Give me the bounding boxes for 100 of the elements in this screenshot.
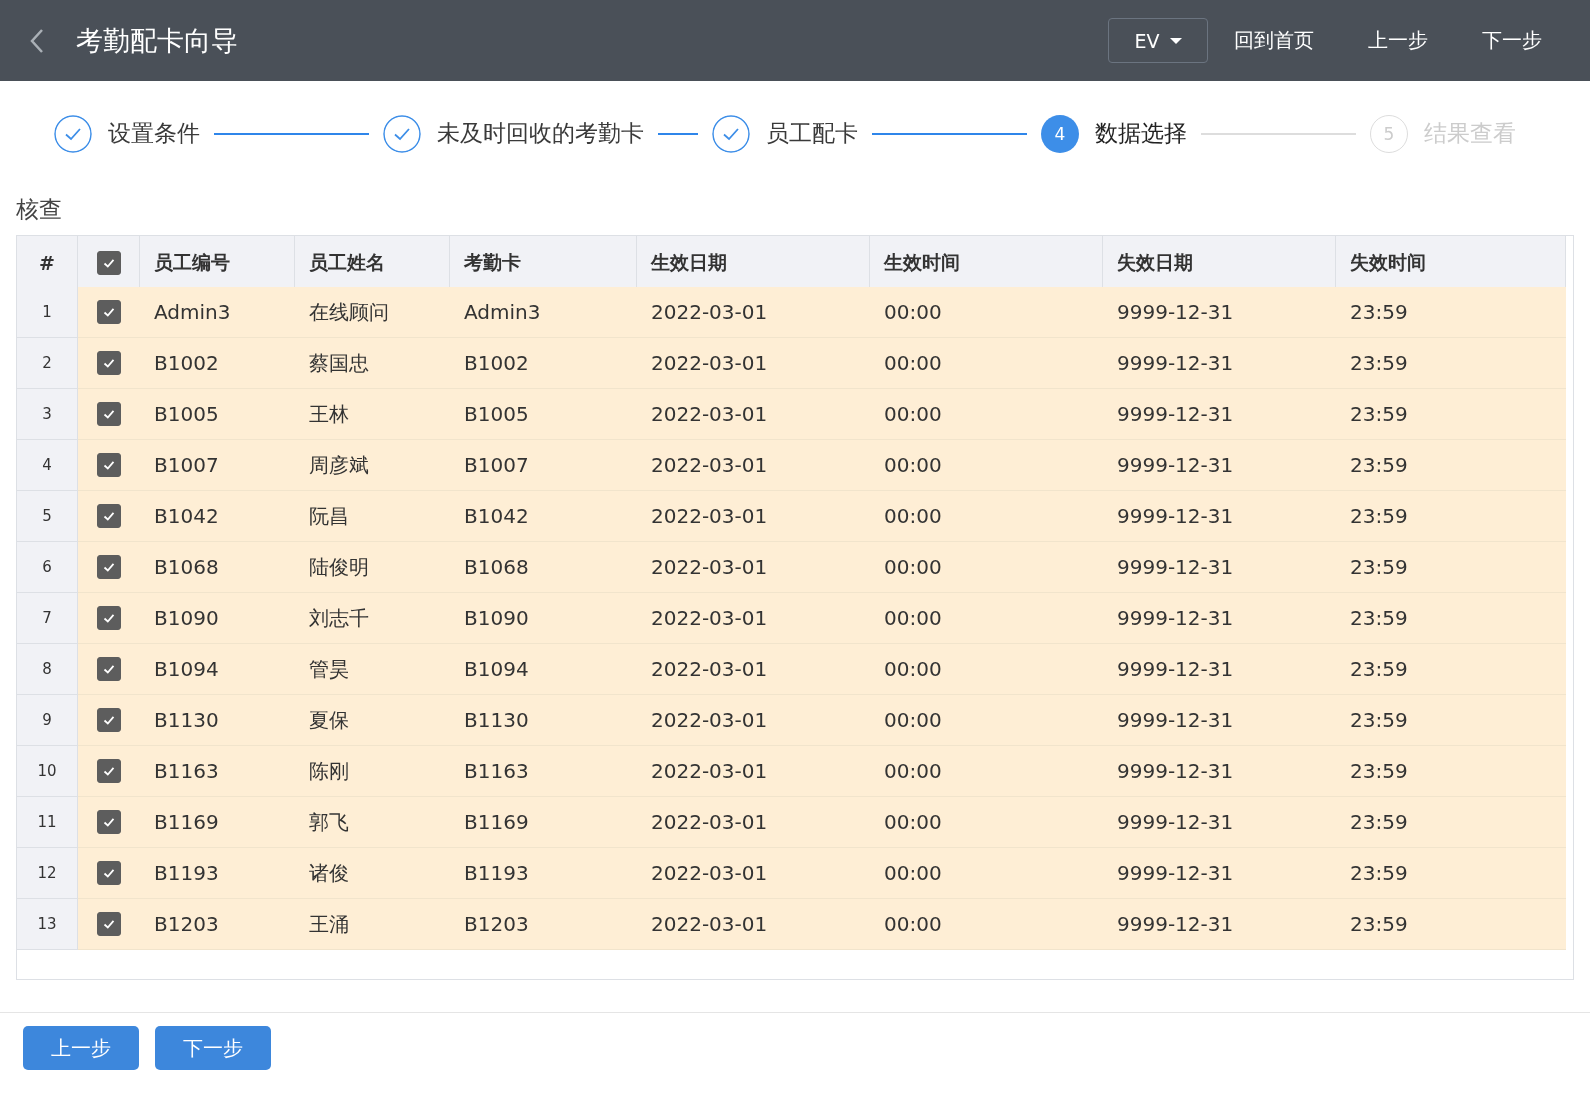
table-cell: 23:59 — [1336, 287, 1566, 338]
row-number: 6 — [17, 542, 78, 593]
step-label: 员工配卡 — [766, 119, 858, 148]
checkbox[interactable] — [97, 759, 121, 783]
table-cell: B1169 — [140, 797, 295, 848]
table-cell: 2022-03-01 — [637, 389, 870, 440]
table-cell: 00:00 — [870, 695, 1103, 746]
step-button[interactable]: 下一步 — [155, 1026, 271, 1070]
table-cell: 23:59 — [1336, 695, 1566, 746]
checkbox[interactable] — [97, 861, 121, 885]
row-number: 3 — [17, 389, 78, 440]
row-number: 7 — [17, 593, 78, 644]
table-cell: B1163 — [140, 746, 295, 797]
table-cell: B1163 — [450, 746, 637, 797]
table-cell: B1068 — [450, 542, 637, 593]
table-cell: 9999-12-31 — [1103, 440, 1336, 491]
table-cell: 23:59 — [1336, 746, 1566, 797]
table-cell: 2022-03-01 — [637, 848, 870, 899]
table-cell: B1090 — [140, 593, 295, 644]
table-cell: 阮昌 — [295, 491, 450, 542]
header-link[interactable]: 上一步 — [1360, 27, 1436, 54]
table-cell: B1007 — [140, 440, 295, 491]
table-cell: 00:00 — [870, 593, 1103, 644]
table-cell: 23:59 — [1336, 644, 1566, 695]
table-cell: 9999-12-31 — [1103, 491, 1336, 542]
table-cell: B1130 — [140, 695, 295, 746]
table-cell: 2022-03-01 — [637, 746, 870, 797]
table-cell: 23:59 — [1336, 848, 1566, 899]
checkbox[interactable] — [97, 402, 121, 426]
table-cell: 23:59 — [1336, 542, 1566, 593]
table-cell: 2022-03-01 — [637, 593, 870, 644]
step-button[interactable]: 上一步 — [23, 1026, 139, 1070]
page-title: 考勤配卡向导 — [76, 23, 238, 58]
checkbox[interactable] — [97, 351, 121, 375]
table-cell: 蔡国忠 — [295, 338, 450, 389]
table-cell: B1005 — [450, 389, 637, 440]
table-cell: 9999-12-31 — [1103, 899, 1336, 950]
checkbox[interactable] — [97, 708, 121, 732]
row-number: 1 — [17, 287, 78, 338]
table-cell: 9999-12-31 — [1103, 695, 1336, 746]
table-cell: B1002 — [140, 338, 295, 389]
language-dropdown[interactable]: EV — [1108, 18, 1208, 63]
table-cell: 陈刚 — [295, 746, 450, 797]
table-cell: 23:59 — [1336, 338, 1566, 389]
table-cell: 00:00 — [870, 797, 1103, 848]
table-cell: 23:59 — [1336, 389, 1566, 440]
table-cell: 2022-03-01 — [637, 797, 870, 848]
table-cell: 2022-03-01 — [637, 542, 870, 593]
table-cell: B1193 — [450, 848, 637, 899]
table-cell: Admin3 — [140, 287, 295, 338]
table-cell: B1094 — [450, 644, 637, 695]
table-cell: 9999-12-31 — [1103, 644, 1336, 695]
table-cell: 23:59 — [1336, 593, 1566, 644]
row-number: 2 — [17, 338, 78, 389]
table-cell: 00:00 — [870, 440, 1103, 491]
checkbox[interactable] — [97, 453, 121, 477]
table-cell: 2022-03-01 — [637, 440, 870, 491]
row-number: 8 — [17, 644, 78, 695]
header-link[interactable]: 下一步 — [1474, 27, 1550, 54]
row-number: 13 — [17, 899, 78, 950]
checkbox[interactable] — [97, 912, 121, 936]
table-cell: 郭飞 — [295, 797, 450, 848]
table-cell: 2022-03-01 — [637, 899, 870, 950]
table-cell: B1042 — [140, 491, 295, 542]
checkbox[interactable] — [96, 250, 121, 275]
checkbox[interactable] — [97, 300, 121, 324]
table-cell: 9999-12-31 — [1103, 389, 1336, 440]
step-label: 设置条件 — [108, 119, 200, 148]
table-cell: 00:00 — [870, 491, 1103, 542]
table-cell: 00:00 — [870, 746, 1103, 797]
table-cell: 00:00 — [870, 542, 1103, 593]
table-cell: 9999-12-31 — [1103, 542, 1336, 593]
table-cell: 9999-12-31 — [1103, 848, 1336, 899]
table-cell: 在线顾问 — [295, 287, 450, 338]
table-cell: 23:59 — [1336, 797, 1566, 848]
table-cell: 00:00 — [870, 389, 1103, 440]
table-cell: 00:00 — [870, 338, 1103, 389]
table-cell: 23:59 — [1336, 899, 1566, 950]
step-number: 4 — [1041, 114, 1079, 153]
checkbox[interactable] — [97, 657, 121, 681]
table-cell: Admin3 — [450, 287, 637, 338]
table-cell: B1090 — [450, 593, 637, 644]
caret-icon — [1169, 37, 1182, 44]
checkbox[interactable] — [97, 504, 121, 528]
table-cell: 诸俊 — [295, 848, 450, 899]
table-cell: B1042 — [450, 491, 637, 542]
header-link[interactable]: 回到首页 — [1226, 27, 1322, 54]
checkbox[interactable] — [97, 555, 121, 579]
step-label: 未及时回收的考勤卡 — [437, 119, 644, 148]
table-cell: 王林 — [295, 389, 450, 440]
checkbox[interactable] — [97, 810, 121, 834]
table-cell: 00:00 — [870, 287, 1103, 338]
table-cell: B1068 — [140, 542, 295, 593]
checkbox[interactable] — [97, 606, 121, 630]
table-cell: B1005 — [140, 389, 295, 440]
table-cell: 夏保 — [295, 695, 450, 746]
table-cell: 2022-03-01 — [637, 338, 870, 389]
row-number: 4 — [17, 440, 78, 491]
step-label: 数据选择 — [1095, 119, 1187, 148]
row-number: 5 — [17, 491, 78, 542]
